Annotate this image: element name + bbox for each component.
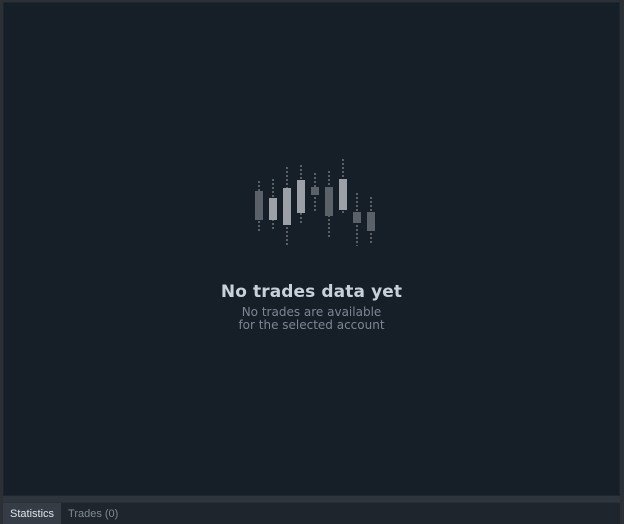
empty-state-title: No trades data yet [220, 282, 403, 302]
empty-state-description: No trades are available for the selected… [238, 306, 384, 332]
statistics-panel: No trades data yet No trades are availab… [3, 2, 620, 496]
candle-body [282, 188, 291, 225]
candle-body [352, 212, 361, 223]
tab-statistics[interactable]: Statistics [3, 503, 62, 524]
empty-state-description-line2: for the selected account [238, 318, 385, 332]
empty-state: No trades data yet No trades are availab… [4, 153, 619, 332]
candle-body [296, 180, 305, 213]
trading-window: No trades data yet No trades are availab… [0, 0, 624, 524]
candle-body [324, 187, 333, 216]
candle-body [338, 179, 347, 210]
bottom-tab-bar: Statistics Trades (0) [3, 503, 620, 524]
candle-body [366, 212, 375, 231]
candle-body [268, 198, 277, 220]
tab-trades[interactable]: Trades (0) [61, 503, 125, 524]
panel-divider[interactable] [3, 496, 620, 502]
candle-body [254, 191, 263, 220]
candlestick-chart-icon [254, 159, 375, 246]
candle-body [310, 187, 319, 195]
